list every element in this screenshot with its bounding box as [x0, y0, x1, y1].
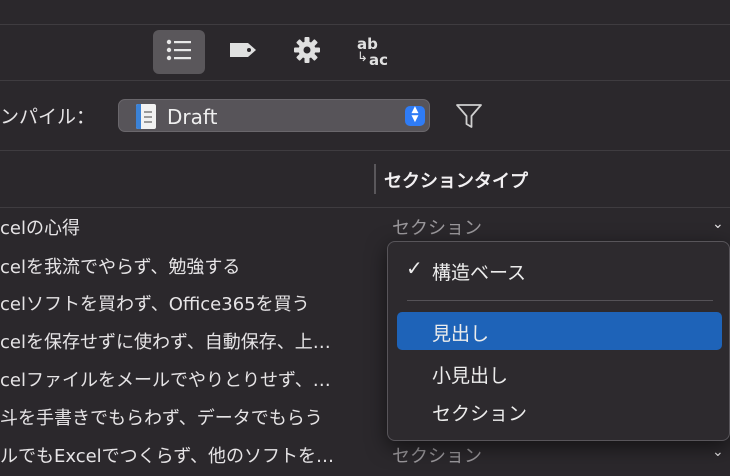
menu-item-label: 見出し [432, 323, 490, 345]
menu-item-heading[interactable]: 見出し [397, 312, 722, 350]
row-title[interactable]: celファイルをメールでやりとりせず、… [0, 366, 331, 392]
menu-item-subheading[interactable]: 小見出し [397, 354, 722, 392]
select-stepper-icon: ▲ ▼ [405, 106, 425, 126]
menu-item-section[interactable]: セクション [397, 392, 722, 430]
row-section-type[interactable]: セクション [392, 442, 482, 468]
toolbar-top-divider [0, 24, 730, 25]
row-title[interactable]: celを我流でやらず、勉強する [0, 253, 240, 279]
section-type-column-header[interactable]: セクションタイプ [384, 167, 528, 193]
row-title[interactable]: celソフトを買わず、Office365を買う [0, 290, 310, 316]
text-replace-icon: ab ↳ ac [351, 35, 391, 69]
header-divider [0, 207, 730, 208]
row-title[interactable]: 斗を手書きでもらわず、データでもらう [0, 404, 323, 430]
checkmark-icon: ✓ [406, 256, 423, 280]
document-icon [136, 104, 156, 129]
section-type-popup-menu: ✓ 構造ベース 見出し 小見出し セクション [387, 241, 730, 441]
compile-format-value: Draft [167, 105, 218, 129]
compile-row-divider [0, 150, 730, 151]
metadata-button[interactable] [217, 30, 269, 74]
toolbar-bottom-divider [0, 80, 730, 81]
row-title[interactable]: celを保存せずに使わず、自動保存、上… [0, 328, 331, 354]
row-section-type[interactable]: セクション [392, 214, 482, 240]
filter-button[interactable] [455, 103, 483, 133]
filter-icon [455, 104, 483, 133]
compile-for-label: ンパイル： [0, 106, 96, 128]
chevron-down-icon[interactable]: ⌄ [712, 444, 724, 460]
compile-format-select[interactable]: Draft ▲ ▼ [118, 99, 430, 132]
menu-item-structure-based[interactable]: ✓ 構造ベース [397, 251, 722, 289]
row-title[interactable]: ルでもExcelでつくらず、他のソフトを… [0, 442, 334, 468]
menu-separator [407, 300, 713, 301]
chevron-down-icon[interactable]: ⌄ [712, 216, 724, 232]
settings-button[interactable] [281, 30, 333, 74]
row-title[interactable]: celの心得 [0, 214, 80, 240]
menu-item-label: 構造ベース [432, 262, 527, 284]
gear-icon [293, 36, 321, 68]
list-view-button[interactable] [153, 30, 205, 74]
replace-arrow: ↳ [357, 50, 368, 65]
replacements-button[interactable]: ab ↳ ac [345, 30, 397, 74]
menu-item-label: 小見出し [432, 365, 509, 387]
list-icon [166, 39, 192, 65]
replace-to-text: ac [369, 51, 389, 69]
tag-icon [228, 41, 258, 63]
column-divider[interactable] [374, 164, 376, 194]
menu-item-label: セクション [432, 403, 528, 425]
